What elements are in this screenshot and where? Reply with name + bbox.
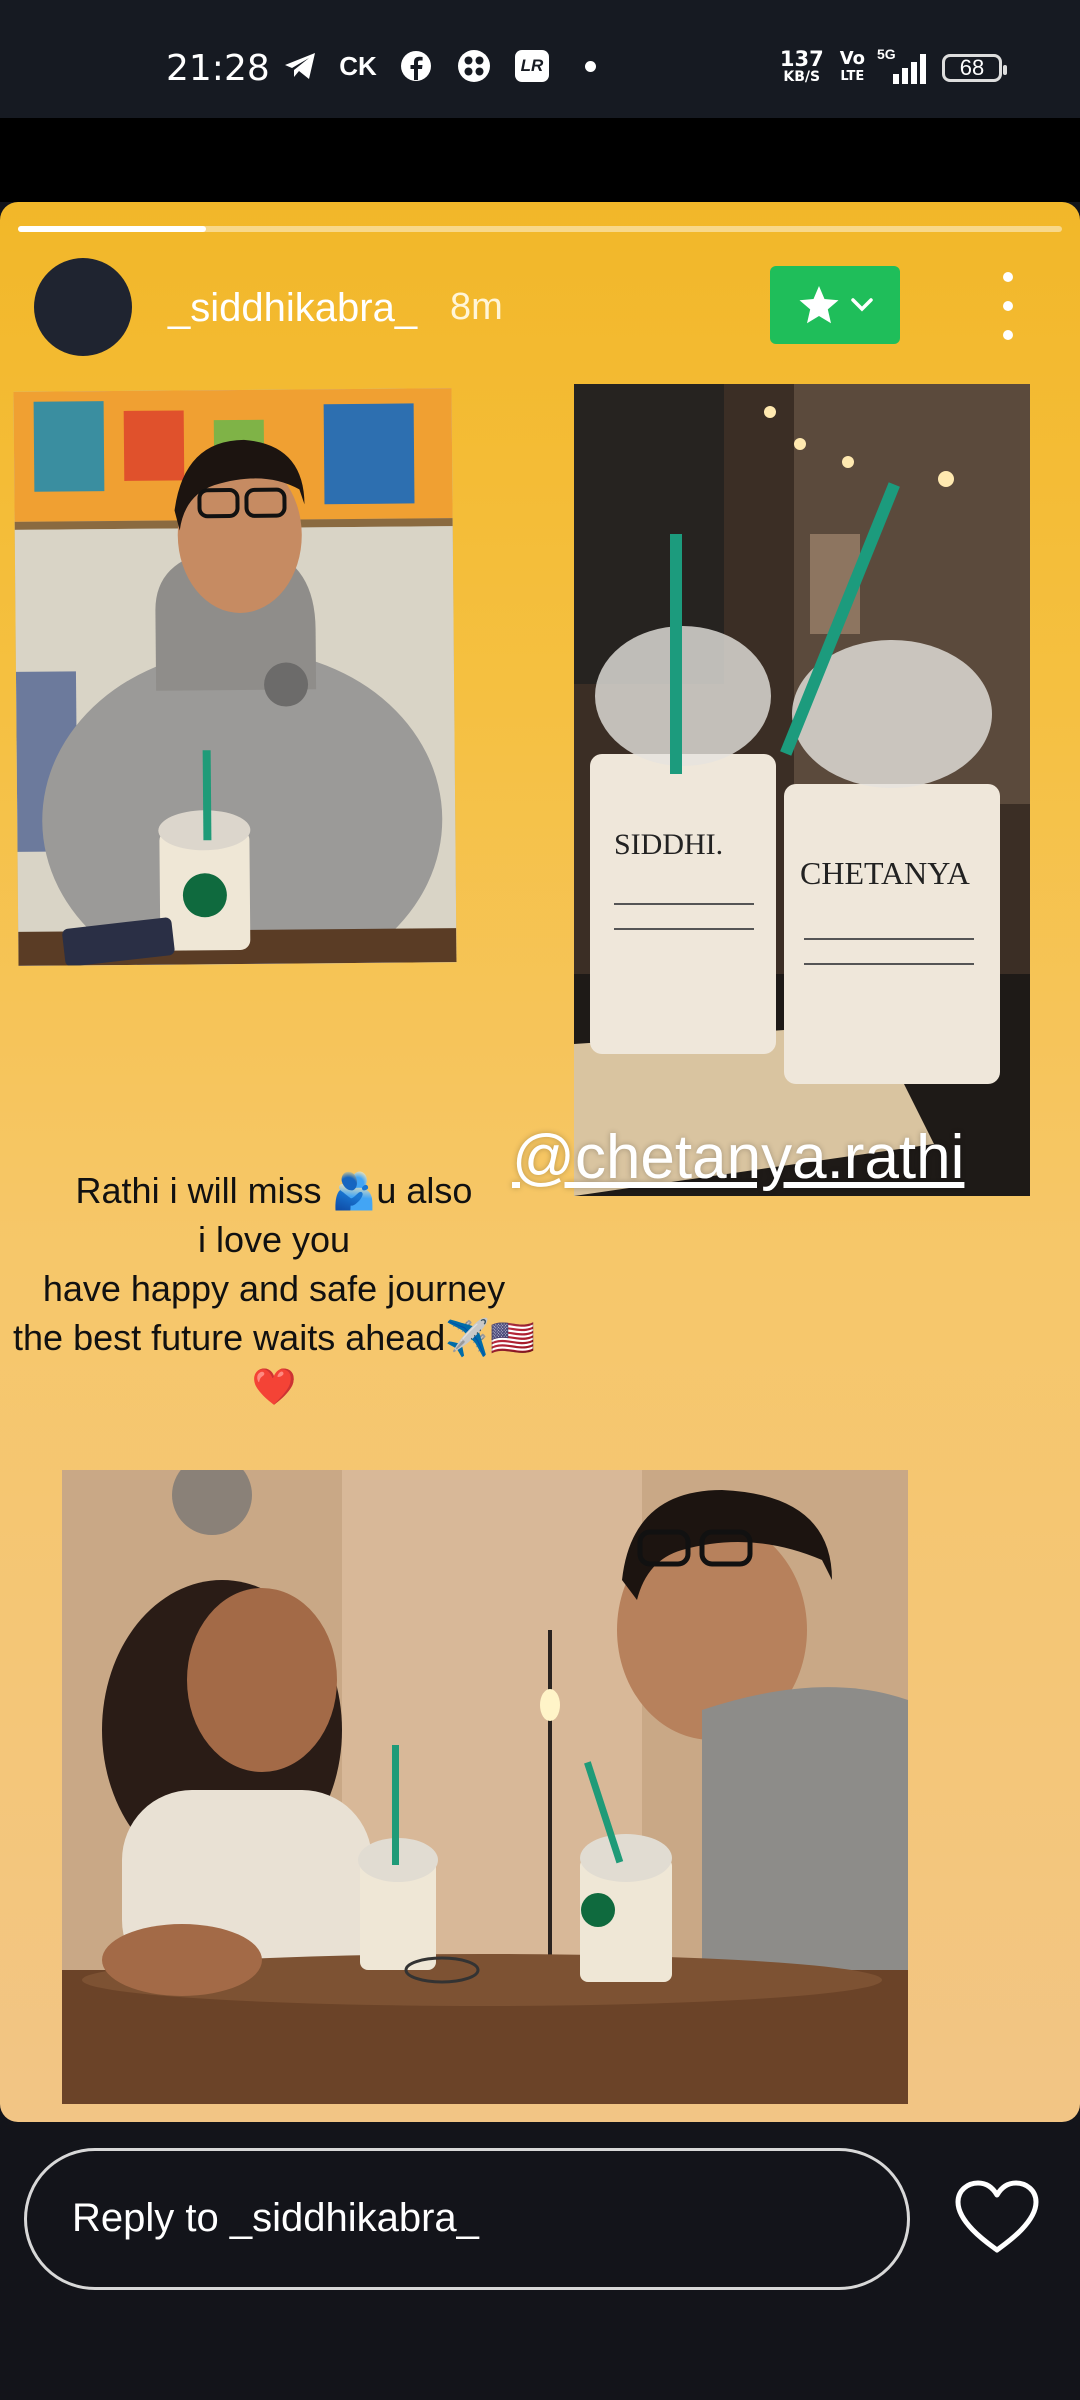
- more-dot: [1003, 301, 1013, 311]
- story-progress-fill: [18, 226, 206, 232]
- facebook-icon: [398, 48, 434, 84]
- signal-icon: 5G: [877, 46, 926, 84]
- caption-line: ❤️: [251, 1366, 297, 1407]
- couple-image: [62, 1470, 908, 2104]
- battery-indicator: 68: [942, 54, 1007, 82]
- caption-line: the best future waits ahead✈️🇺🇸: [13, 1317, 535, 1358]
- drinks-image: SIDDHI. CHETANYA: [574, 384, 1030, 1196]
- svg-text:CHETANYA: CHETANYA: [800, 855, 970, 891]
- more-options-button[interactable]: [990, 272, 1026, 340]
- story-progress: [18, 226, 1062, 232]
- system-indicators: 137 KB/S Vo LTE 5G 68: [779, 46, 1007, 86]
- story-photo-drinks: SIDDHI. CHETANYA: [574, 384, 1030, 1196]
- caption-line: have happy and safe journey: [42, 1268, 506, 1309]
- story-card[interactable]: _siddhikabra_ 8m SIDDHI. CHETANYA @cheta…: [0, 202, 1080, 2122]
- story-time-ago: 8m: [450, 286, 503, 328]
- top-spacer: [0, 118, 1080, 202]
- caption-line: Rathi i will miss 🫂u also: [75, 1170, 473, 1211]
- ck-icon: CK: [339, 50, 377, 81]
- story-caption: Rathi i will miss 🫂u also i love you hav…: [0, 1166, 548, 1411]
- notification-icons: CK LR: [282, 48, 608, 84]
- story-photo-portrait: [13, 388, 457, 966]
- close-friends-button[interactable]: [770, 266, 900, 344]
- story-photo-couple: [62, 1470, 908, 2104]
- status-time: 21:28: [166, 48, 270, 89]
- status-bar: 21:28 CK LR 137 KB/S Vo LTE 5G 68: [0, 0, 1080, 118]
- story-username[interactable]: _siddhikabra_: [168, 286, 417, 331]
- story-mention[interactable]: @chetanya.rathi: [512, 1122, 964, 1193]
- star-icon: [799, 286, 839, 324]
- avatar[interactable]: [34, 258, 132, 356]
- svg-text:SIDDHI.: SIDDHI.: [614, 828, 723, 861]
- volte-indicator: Vo LTE: [839, 48, 865, 85]
- caption-line: i love you: [197, 1219, 351, 1260]
- portrait-image: [13, 388, 457, 966]
- like-button[interactable]: [954, 2180, 1040, 2256]
- reply-placeholder: Reply to _siddhikabra_: [72, 2196, 479, 2240]
- lightroom-icon: LR: [514, 48, 550, 84]
- dot-icon: [572, 48, 608, 84]
- network-speed: 137 KB/S: [779, 47, 824, 86]
- heart-icon: [955, 2180, 1039, 2253]
- more-dot: [1003, 330, 1013, 340]
- more-dot: [1003, 272, 1013, 282]
- chevron-down-icon: [851, 298, 873, 312]
- grid-app-icon: [456, 48, 492, 84]
- telegram-icon: [282, 48, 318, 84]
